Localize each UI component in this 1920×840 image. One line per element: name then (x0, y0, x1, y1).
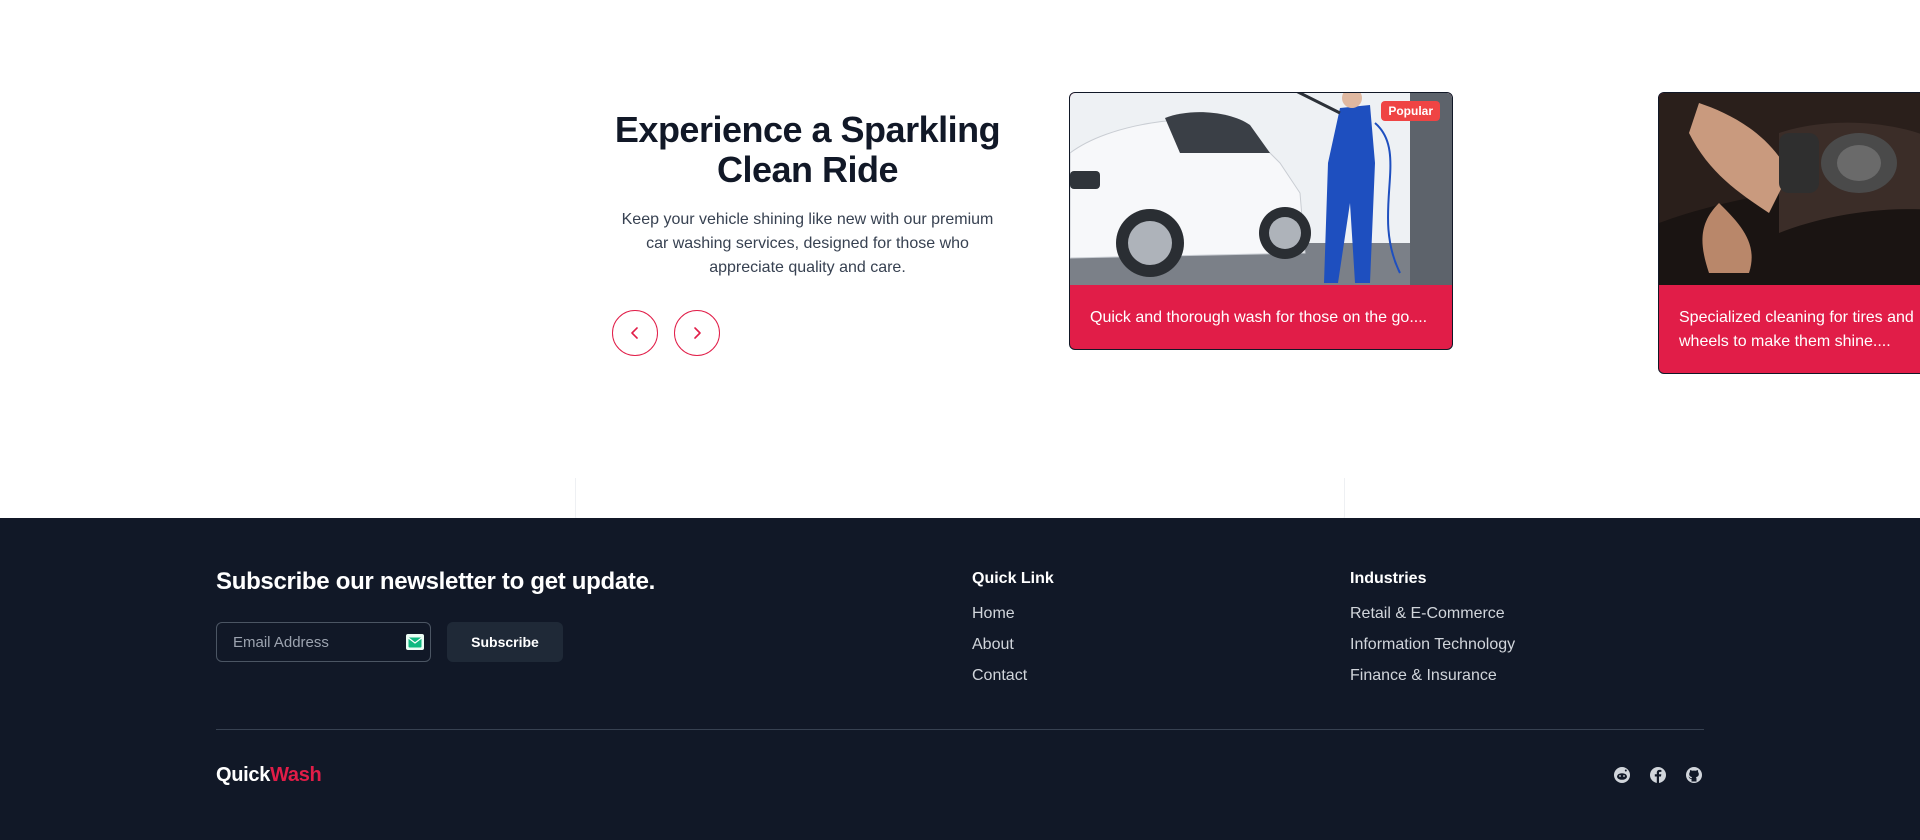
content-box-outline (575, 478, 1345, 518)
brand-part-wash: Wash (270, 764, 322, 786)
service-card-tire-cleaning[interactable]: Specialized cleaning for tires and wheel… (1658, 92, 1920, 374)
car-wash-illustration (1070, 93, 1452, 285)
car-polishing-illustration (1659, 93, 1920, 285)
service-card-quick-wash[interactable]: Popular Quick and thorough wash for thos… (1069, 92, 1453, 350)
hero-description: Keep your vehicle shining like new with … (621, 211, 994, 276)
brand-part-quick: Quick (216, 764, 271, 786)
chevron-right-icon (694, 327, 701, 339)
industries-column: Industries Retail & E-Commerce Informati… (1350, 570, 1515, 697)
carousel-next-button[interactable] (674, 310, 720, 356)
facebook-link[interactable] (1649, 766, 1667, 784)
card-description: Quick and thorough wash for those on the… (1090, 309, 1428, 326)
footer-link-contact[interactable]: Contact (972, 666, 1054, 686)
footer-link-retail[interactable]: Retail & E-Commerce (1350, 604, 1515, 624)
email-field-wrapper (216, 622, 431, 662)
email-input[interactable] (217, 633, 397, 651)
car-polishing-photo (1659, 93, 1920, 285)
car-wash-photo: Popular (1070, 93, 1452, 285)
carousel-prev-button[interactable] (612, 310, 658, 356)
quick-link-title: Quick Link (972, 570, 1054, 587)
reddit-icon (1614, 767, 1630, 783)
reddit-link[interactable] (1613, 766, 1631, 784)
hero-text: Experience a Sparkling Clean Ride Keep y… (610, 110, 1005, 280)
footer-link-about[interactable]: About (972, 635, 1054, 655)
hero-title: Experience a Sparkling Clean Ride (614, 109, 1001, 190)
facebook-icon (1650, 767, 1666, 783)
popular-badge: Popular (1381, 101, 1440, 121)
industries-title: Industries (1350, 570, 1427, 587)
chevron-left-icon (631, 327, 638, 339)
footer-link-finance[interactable]: Finance & Insurance (1350, 666, 1515, 686)
newsletter-title: Subscribe our newsletter to get update. (216, 568, 656, 595)
quick-link-column: Quick Link Home About Contact (972, 570, 1054, 697)
footer-link-it[interactable]: Information Technology (1350, 635, 1515, 655)
brand-logo[interactable]: QuickWash (216, 764, 322, 787)
subscribe-button[interactable]: Subscribe (447, 622, 563, 662)
github-link[interactable] (1685, 766, 1703, 784)
mail-icon (406, 634, 424, 650)
footer-divider (216, 729, 1704, 730)
site-footer: Subscribe our newsletter to get update. … (0, 518, 1920, 840)
card-description: Specialized cleaning for tires and wheel… (1679, 309, 1914, 350)
hero-section: Experience a Sparkling Clean Ride Keep y… (0, 0, 1920, 518)
github-icon (1686, 767, 1702, 783)
footer-link-home[interactable]: Home (972, 604, 1054, 624)
